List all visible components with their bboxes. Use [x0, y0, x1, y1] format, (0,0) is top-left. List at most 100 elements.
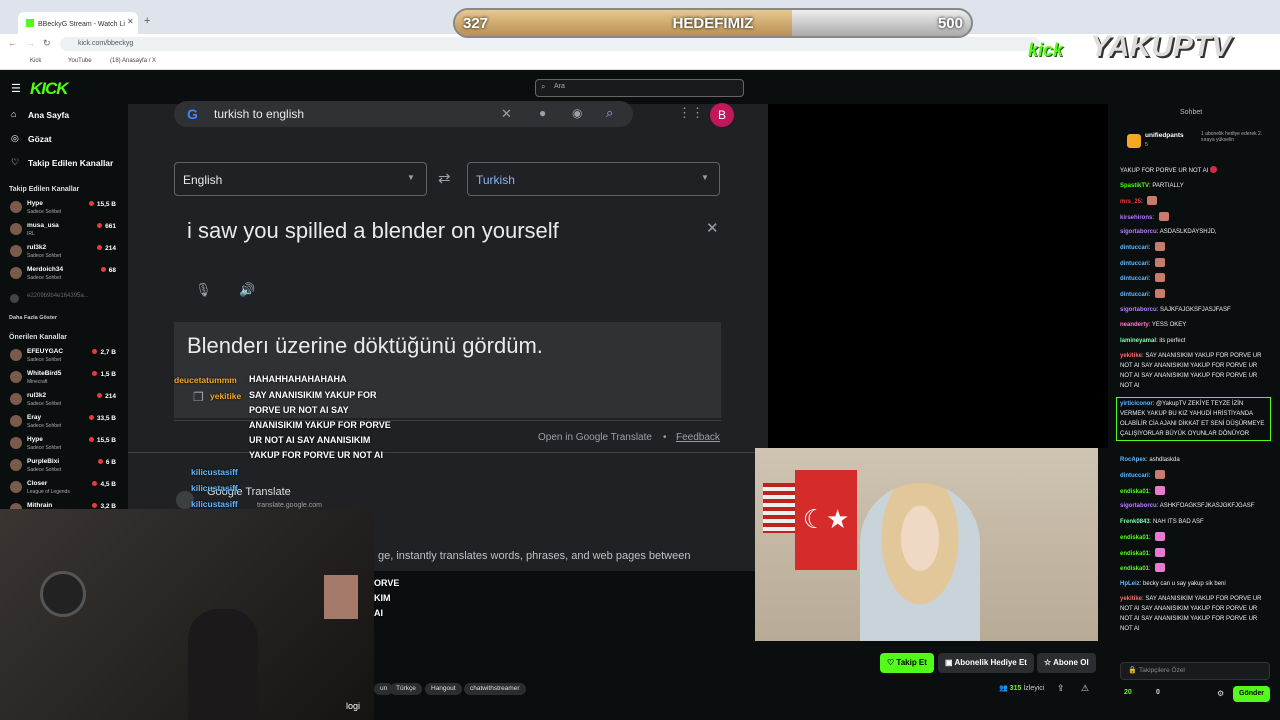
- tts-username: yekitike: [210, 391, 242, 401]
- us-flag: [763, 483, 795, 533]
- person: [188, 609, 258, 720]
- browser-tab[interactable]: BBeckyG Stream - Watch Li: [18, 12, 138, 34]
- tab-title: BBeckyG Stream - Watch Li: [38, 21, 125, 28]
- chat-input[interactable]: Takipçilere Özel: [1120, 662, 1270, 680]
- subscribe-button[interactable]: ☆ Abone Ol: [1037, 653, 1096, 673]
- sidebar-channel[interactable]: Closer League of Legends 4,5 B: [0, 480, 124, 502]
- chat-message: endiska01:: [1120, 486, 1270, 497]
- new-tab-icon[interactable]: +: [144, 15, 150, 27]
- sidebar-channel[interactable]: Eray Sadece Sohbet 33,5 B: [0, 414, 124, 436]
- sidebar-channel[interactable]: Hype Sadece Sohbet 15,5 B: [0, 436, 124, 458]
- source-language-select: English: [174, 162, 427, 196]
- avatar: [10, 223, 22, 235]
- search-icon: ⌕: [606, 105, 614, 120]
- turkish-flag: ☾★: [795, 470, 857, 570]
- avatar: [10, 459, 22, 471]
- search-input[interactable]: Ara: [535, 79, 744, 97]
- chat-message: mrs_25:: [1120, 196, 1270, 207]
- stream-lower-black: [374, 571, 768, 641]
- emote-icon: [1147, 196, 1158, 205]
- credits-count[interactable]: 0: [1156, 689, 1160, 696]
- target-language-select: Turkish: [467, 162, 720, 196]
- heart-icon: ♡: [11, 157, 20, 167]
- tts-username: kilicustasiff: [191, 499, 238, 509]
- swap-icon: ⇄: [438, 170, 451, 187]
- sidebar-channel-offline[interactable]: e2209b9b4e164395a...: [0, 293, 124, 305]
- chat-message: SpastikTV: PARTIALLY: [1120, 183, 1184, 189]
- kick-favicon-icon: [26, 19, 34, 27]
- emote-icon: [1155, 273, 1166, 282]
- tab-close-icon[interactable]: ✕: [127, 17, 134, 26]
- stream-background: [768, 104, 1108, 448]
- emote-icon: [1155, 532, 1166, 541]
- back-icon[interactable]: ←: [8, 38, 17, 48]
- stream-tag[interactable]: chatwithstreamer: [464, 683, 526, 695]
- guest-webcam: ☾★: [755, 448, 1098, 641]
- avatar: [10, 481, 22, 493]
- menu-icon[interactable]: ☰: [11, 82, 21, 95]
- bookmarks-bar: Kick YouTube (18) Anasayfa / X: [0, 54, 1280, 70]
- sidebar-channel[interactable]: musa_usa IRL 661: [0, 222, 124, 244]
- goal-progress-bar: 327 HEDEFIMIZ 500: [453, 8, 973, 38]
- emote-icon: [1155, 486, 1166, 495]
- nav-browse[interactable]: Gözat: [28, 134, 52, 144]
- search-icon: ⌕: [541, 82, 546, 91]
- viewer-count: 👥 315 İzleyici: [999, 685, 1045, 692]
- close-icon: ✕: [706, 220, 719, 237]
- avatar: [10, 245, 22, 257]
- sidebar-channel[interactable]: rul3k2 Sadece Sohbet 214: [0, 392, 124, 414]
- chat-message: neanderty: YESS OKEY: [1120, 322, 1187, 328]
- pinned-user: unifiedpants: [1145, 132, 1184, 139]
- compass-icon: ◎: [11, 133, 19, 143]
- tts-username: kilicustasiff: [191, 467, 238, 477]
- chat-message: dintuccari:: [1120, 289, 1270, 300]
- source-text: i saw you spilled a blender on yourself: [187, 218, 559, 243]
- copy-icon: ❐: [193, 390, 204, 404]
- forward-icon[interactable]: →: [26, 38, 35, 48]
- chat-message: Frenk0843: NAH ITS BAD ASF: [1120, 519, 1204, 525]
- microphone-icon: 🎙: [195, 282, 212, 297]
- gift-icon: [1127, 134, 1141, 148]
- chat-title: Sohbet: [1180, 109, 1203, 116]
- bookmark-youtube[interactable]: YouTube: [68, 58, 92, 64]
- gift-sub-button[interactable]: ▣ Abonelik Hediye Et: [938, 653, 1034, 673]
- sidebar-channel[interactable]: Hype Sadece Sohbet 15,5 B: [0, 200, 124, 222]
- tts-message: SAY ANANISIKIM YAKUP FOR PORVE UR NOT AI…: [249, 390, 391, 460]
- nav-following[interactable]: Takip Edilen Kanallar: [28, 158, 113, 168]
- emote-icon: [1155, 289, 1166, 298]
- chat-message: endiska01:: [1120, 563, 1270, 574]
- tts-message: HAHAHHAHAHAHAHA: [249, 374, 347, 384]
- chat-message: sigortaborcu: ASHKFOAGKSFJKASJGKFJGASF: [1120, 503, 1255, 509]
- kick-logo[interactable]: KICK: [30, 79, 69, 99]
- emote-icon: [1155, 563, 1166, 572]
- points-count[interactable]: 20: [1124, 689, 1132, 696]
- stream-tag[interactable]: Türkçe: [390, 683, 422, 695]
- star-icon: ☆: [1044, 658, 1054, 667]
- bookmark-x[interactable]: (18) Anasayfa / X: [110, 58, 156, 64]
- sidebar-channel[interactable]: PurpleBixi Sadece Sohbet 6 B: [0, 458, 124, 480]
- bookmark-kick[interactable]: Kick: [30, 58, 41, 64]
- sidebar-channel[interactable]: WhiteBird5 Minecraft 1,5 B: [0, 370, 124, 392]
- sidebar-channel[interactable]: rul3k2 Sadece Sohbet 214: [0, 244, 124, 266]
- send-button[interactable]: Gönder: [1233, 686, 1270, 702]
- url-field[interactable]: kick.com/bbeckyg: [60, 37, 1040, 51]
- sidebar-channel[interactable]: Merdoich34 Sadece Sohbet 68: [0, 266, 124, 288]
- show-more-link[interactable]: Daha Fazla Göster: [9, 315, 57, 321]
- google-avatar: B: [710, 103, 734, 127]
- chevron-down-icon: ▼: [407, 173, 415, 182]
- chat-message: dintuccari:: [1120, 258, 1270, 269]
- chat-message: YAKUP FOR PORVE UR NOT AI: [1120, 166, 1270, 176]
- report-icon[interactable]: ⚠: [1081, 683, 1089, 694]
- follow-button[interactable]: ♡ Takip Et: [880, 653, 934, 673]
- share-icon[interactable]: ⇪: [1057, 683, 1065, 694]
- avatar: [10, 349, 22, 361]
- login-text: logi: [346, 701, 361, 711]
- settings-icon[interactable]: ⚙: [1217, 689, 1224, 698]
- heart-emote-icon: [1210, 166, 1218, 173]
- chat-message: kirsehirons:: [1120, 212, 1270, 223]
- sidebar-channel[interactable]: EFEUYGAC Sadece Sohbet 2,7 B: [0, 348, 124, 370]
- reload-icon[interactable]: ↻: [43, 38, 51, 49]
- wall-poster: [324, 575, 358, 619]
- nav-home[interactable]: Ana Sayfa: [28, 110, 69, 120]
- stream-tag[interactable]: Hangout: [425, 683, 462, 695]
